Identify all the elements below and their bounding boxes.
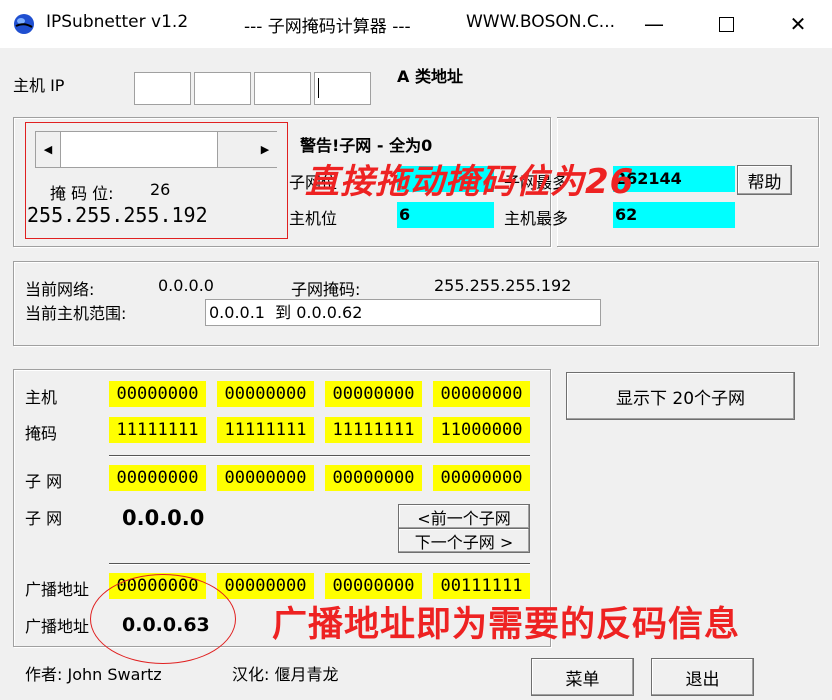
host-ip-label: 主机 IP (13, 76, 65, 95)
help-button[interactable]: 帮助 (737, 165, 792, 195)
maximize-icon (718, 16, 734, 32)
current-network-label: 当前网络: (25, 280, 95, 299)
host-bits-octet-1: 00000000 (109, 381, 206, 407)
text-cursor (318, 78, 319, 98)
binary-mask-label: 掩码 (25, 424, 58, 443)
host-bits-octet-2: 00000000 (217, 381, 314, 407)
minimize-button[interactable]: — (636, 8, 672, 40)
exit-button[interactable]: 退出 (651, 658, 754, 696)
host-bits-octet-4: 00000000 (433, 381, 530, 407)
menu-button[interactable]: 菜单 (531, 658, 634, 696)
translator-label: 汉化: 偃月青龙 (232, 665, 339, 684)
host-ip-octet-1[interactable] (134, 72, 191, 105)
host-bits-label: 主机位 (289, 209, 338, 228)
host-ip-octet-4[interactable] (314, 72, 371, 105)
subnet-mask-label: 子网掩码: (291, 280, 361, 299)
broadcast-address-label: 广播地址 (25, 617, 90, 636)
mask-bits-octet-3: 11111111 (325, 417, 422, 443)
max-hosts-value: 62 (613, 202, 735, 228)
host-ip-octet-2[interactable] (194, 72, 251, 105)
mask-bits-octet-4: 11000000 (433, 417, 530, 443)
binary-subnet-label: 子 网 (25, 472, 63, 491)
maximize-button[interactable] (708, 8, 744, 40)
subnet-warning: 警告!子网 - 全为0 (300, 136, 433, 155)
subnet-bits-octet-2: 00000000 (217, 465, 314, 491)
center-title: --- 子网掩码计算器 --- (244, 17, 411, 37)
subnet-bits-octet-4: 00000000 (433, 465, 530, 491)
next-subnet-button[interactable]: 下一个子网 > (398, 528, 530, 553)
divider (109, 455, 530, 457)
app-globe-icon (14, 14, 34, 34)
host-bits-value: 6 (397, 202, 494, 228)
host-ip-octet-3[interactable] (254, 72, 311, 105)
host-range-label: 当前主机范围: (25, 304, 127, 323)
address-class-label: A 类地址 (397, 67, 463, 86)
host-bits-octet-3: 00000000 (325, 381, 422, 407)
author-label: 作者: John Swartz (25, 665, 162, 684)
title-bar: IPSubnetter v1.2 --- 子网掩码计算器 --- WWW.BOS… (0, 0, 832, 48)
broadcast-annotation: 广播地址即为需要的反码信息 (272, 605, 741, 645)
close-icon: ✕ (789, 12, 807, 36)
subnet-address-label: 子 网 (25, 509, 63, 528)
divider (109, 563, 530, 565)
show-next-20-subnets-button[interactable]: 显示下 20个子网 (566, 372, 795, 420)
subnet-address-value: 0.0.0.0 (122, 506, 205, 530)
binary-broadcast-label: 广播地址 (25, 580, 90, 599)
max-hosts-label: 主机最多 (504, 209, 569, 228)
annotation-mask-box (25, 122, 288, 239)
site-title: WWW.BOSON.C... (466, 12, 615, 32)
drag-annotation: 直接拖动掩码位为26 (305, 162, 635, 202)
mask-bits-octet-2: 11111111 (217, 417, 314, 443)
current-network-value: 0.0.0.0 (158, 276, 214, 295)
subnet-mask-value: 255.255.255.192 (434, 276, 572, 295)
annotation-broadcast-ellipse (90, 574, 236, 664)
minimize-icon: — (644, 12, 664, 36)
subnet-bits-octet-3: 00000000 (325, 465, 422, 491)
mask-bits-octet-1: 11111111 (109, 417, 206, 443)
prev-subnet-button[interactable]: <前一个子网 (398, 504, 530, 529)
subnet-bits-octet-1: 00000000 (109, 465, 206, 491)
app-title: IPSubnetter v1.2 (46, 12, 189, 32)
host-range-field[interactable]: 0.0.0.1 到 0.0.0.62 (205, 299, 601, 326)
close-button[interactable]: ✕ (780, 8, 816, 40)
binary-host-label: 主机 (25, 388, 58, 407)
